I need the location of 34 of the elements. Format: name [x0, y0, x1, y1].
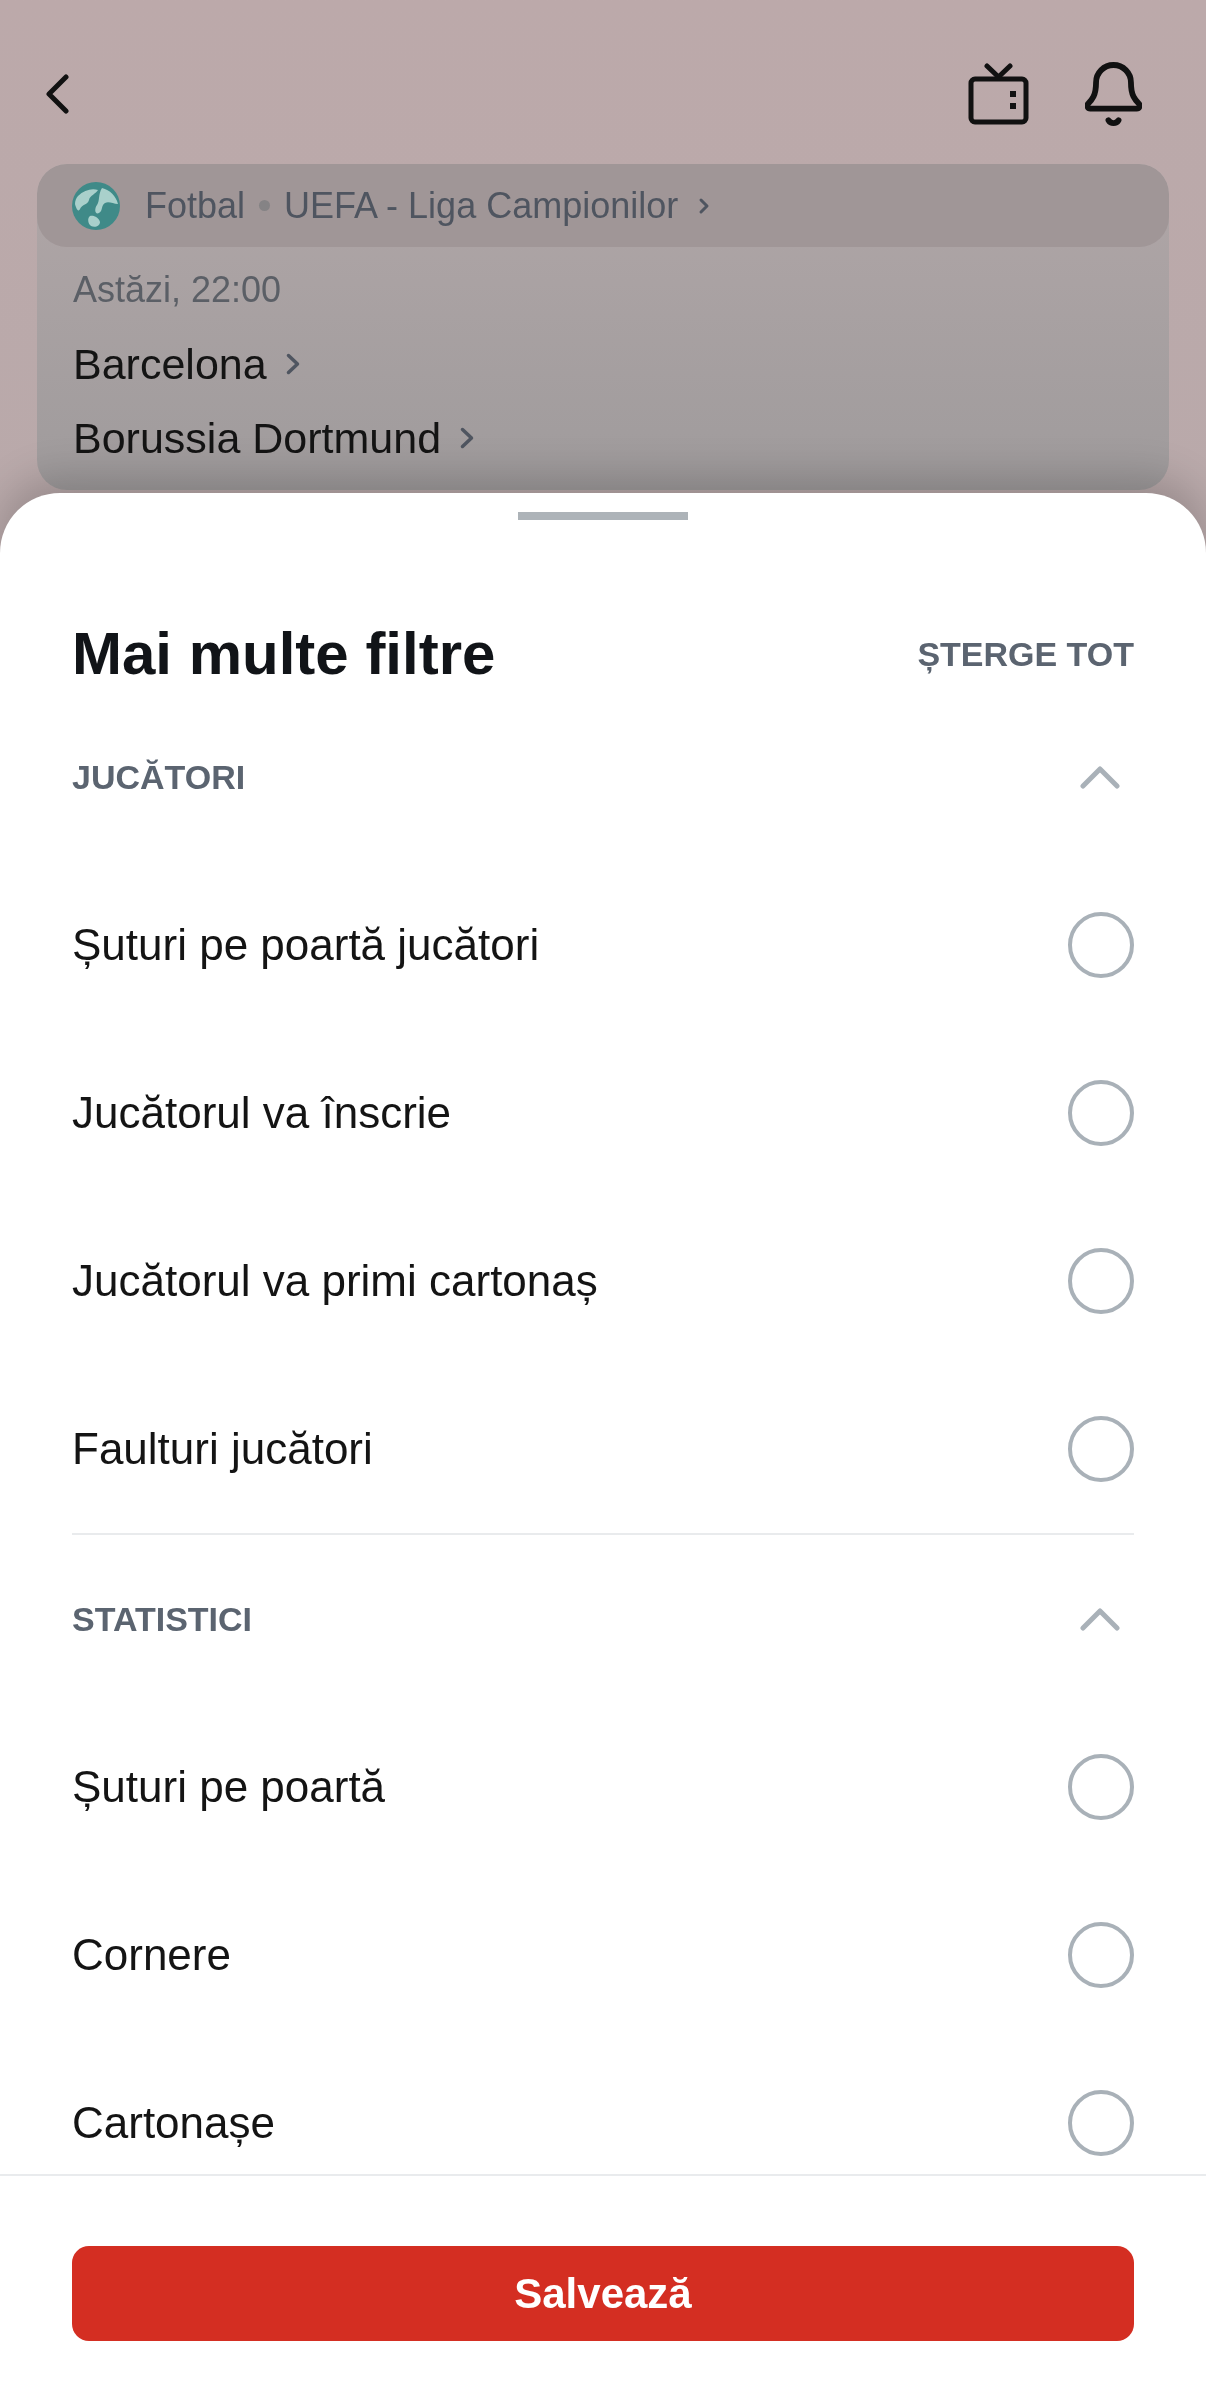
filter-option-label[interactable]: Șuturi pe poartă jucători	[72, 912, 540, 978]
radio-button[interactable]	[1068, 1248, 1134, 1314]
team-name[interactable]: Borussia Dortmund	[73, 405, 442, 471]
filter-option-label[interactable]: Jucătorul va primi cartonaș	[72, 1248, 598, 1314]
chevron-up-icon[interactable]	[1080, 1607, 1120, 1631]
back-icon[interactable]	[44, 74, 70, 114]
section-title[interactable]: STATISTICI	[72, 1593, 253, 1645]
save-button[interactable]: Salvează	[72, 2246, 1134, 2341]
match-time: Astăzi, 22:00	[73, 268, 282, 312]
chevron-right-icon	[284, 352, 301, 376]
filter-option-label[interactable]: Șuturi pe poartă	[72, 1754, 386, 1820]
notification-bell-icon[interactable]	[1085, 61, 1142, 127]
radio-button[interactable]	[1068, 2090, 1134, 2156]
sheet-title: Mai multe filtre	[72, 619, 496, 689]
radio-button[interactable]	[1068, 1080, 1134, 1146]
chevron-up-icon[interactable]	[1080, 765, 1120, 789]
chevron-right-icon	[698, 196, 711, 215]
section-title[interactable]: JUCĂTORI	[72, 751, 246, 803]
filter-option-label[interactable]: Faulturi jucători	[72, 1416, 373, 1482]
clear-all-button[interactable]: ȘTERGE TOT	[917, 628, 1134, 680]
globe-icon	[72, 181, 120, 230]
filter-option-label[interactable]: Cornere	[72, 1922, 231, 1988]
filter-option-label[interactable]: Cartonașe	[72, 2090, 275, 2156]
drag-handle[interactable]	[518, 512, 688, 520]
chevron-right-icon	[459, 426, 476, 450]
radio-button[interactable]	[1068, 1754, 1134, 1820]
team-name[interactable]: Barcelona	[73, 331, 267, 397]
competition-name: UEFA - Liga Campionilor	[284, 183, 679, 228]
sport-name: Fotbal	[145, 183, 246, 228]
radio-button[interactable]	[1068, 912, 1134, 978]
radio-button[interactable]	[1068, 1416, 1134, 1482]
filter-option-label[interactable]: Jucătorul va înscrie	[72, 1080, 452, 1146]
radio-button[interactable]	[1068, 1922, 1134, 1988]
tv-icon[interactable]	[968, 63, 1029, 125]
